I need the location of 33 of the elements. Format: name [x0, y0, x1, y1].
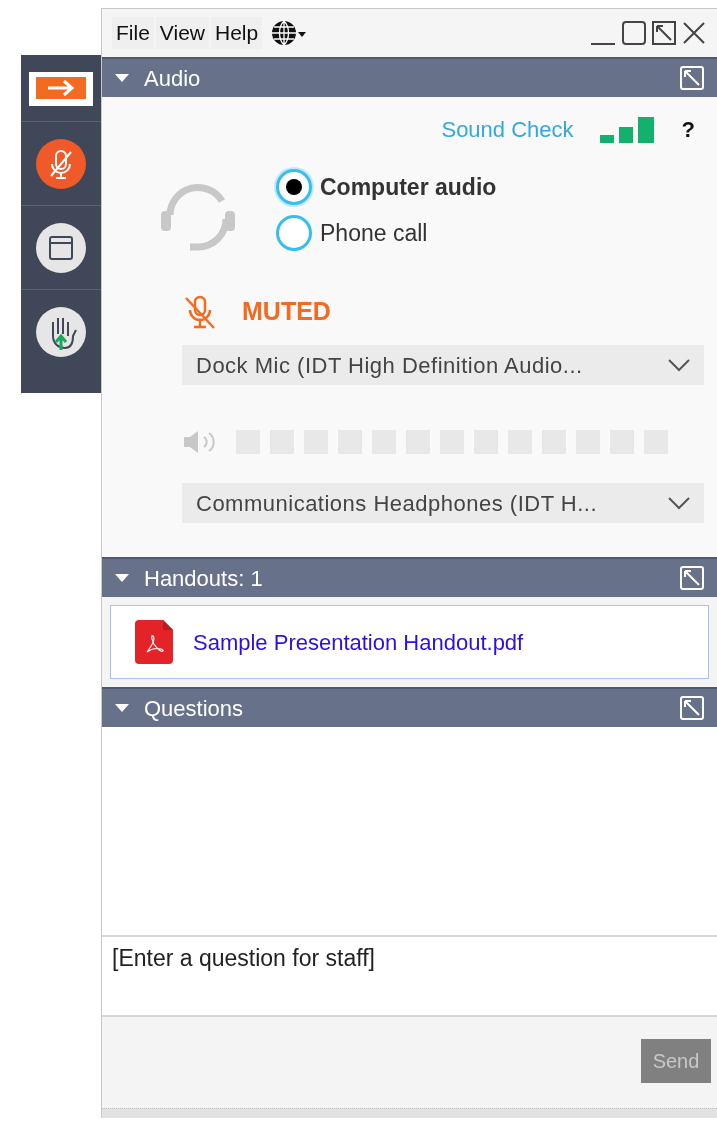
panel-header[interactable]: Audio: [102, 57, 717, 97]
panel-header[interactable]: Questions: [102, 687, 717, 727]
radio-option[interactable]: Computer audio: [276, 169, 497, 205]
muted-microphone-icon: [182, 293, 218, 330]
question-input-field[interactable]: [Enter a question for staff]: [102, 935, 717, 1017]
panel-header[interactable]: Handouts: 1: [102, 557, 717, 597]
raise-hand-icon[interactable]: [35, 306, 87, 358]
collapse-arrow-icon[interactable]: [114, 573, 130, 583]
panel-title: Audio: [144, 64, 201, 93]
radio-option[interactable]: Phone call: [276, 215, 497, 251]
muted-status: MUTED: [242, 296, 331, 327]
handout-item[interactable]: Sample Presentation Handout.pdf: [110, 605, 709, 679]
menu-item[interactable]: Help: [211, 17, 263, 49]
muted-microphone-icon[interactable]: [35, 137, 87, 190]
collapse-arrow-icon[interactable]: [114, 73, 130, 83]
close-icon[interactable]: [681, 20, 707, 46]
window-icon[interactable]: [35, 221, 87, 274]
help-icon[interactable]: ?: [681, 113, 695, 146]
panel-title: Questions: [144, 694, 244, 723]
menu-item[interactable]: File: [112, 17, 154, 49]
undock-icon[interactable]: [651, 20, 677, 46]
maximize-icon[interactable]: [621, 20, 647, 46]
panel-title: Handouts: 1: [144, 564, 263, 593]
collapse-arrow-icon[interactable]: [114, 703, 130, 713]
chevron-down-icon: [668, 496, 690, 510]
chevron-down-icon: [668, 358, 690, 372]
device-dropdown[interactable]: Dock Mic (IDT High Definition Audio...: [182, 345, 704, 385]
device-dropdown[interactable]: Communications Headphones (IDT H...: [182, 483, 704, 523]
signal-bars-icon: [599, 116, 656, 143]
globe-icon[interactable]: [270, 18, 309, 48]
menu-item[interactable]: View: [155, 17, 209, 49]
pdf-file-icon: [135, 620, 173, 664]
resize-grip[interactable]: [102, 1108, 717, 1118]
